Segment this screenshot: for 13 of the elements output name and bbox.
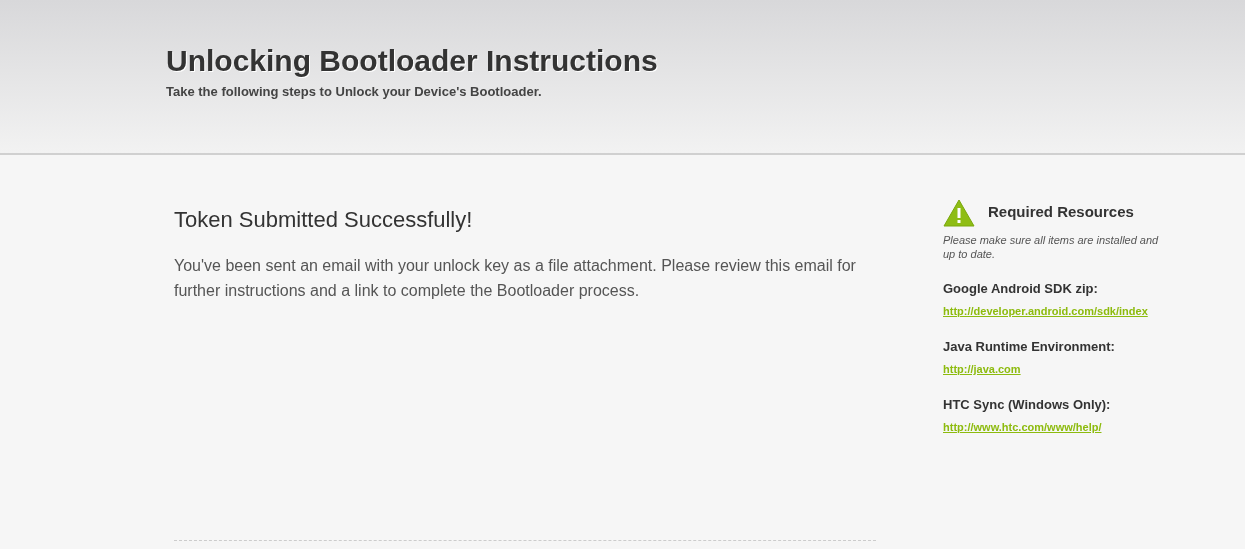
status-heading: Token Submitted Successfully! (174, 207, 474, 233)
page-subtitle: Take the following steps to Unlock your Device's Bootloader. (166, 84, 543, 99)
resource-link[interactable]: http://java.com (943, 363, 1021, 375)
resource-label: HTC Sync (Windows Only): (943, 397, 1112, 412)
sidebar-title: Required Resources (988, 202, 1134, 220)
sidebar-note: Please make sure all items are installed and up to date. (943, 233, 1160, 261)
status-message: You've been sent an email with your unlock key as a file attachment. Please review this email for further instructions and a link to complete the Bootloader process. (174, 256, 857, 301)
page-title: Unlocking Bootloader Instructions (166, 44, 659, 78)
resource-label: Google Android SDK zip: (943, 281, 1099, 296)
warning-icon (943, 199, 975, 227)
resource-link[interactable]: http://developer.android.com/sdk/index (943, 305, 1148, 317)
resource-link[interactable]: http://www.htc.com/www/help/ (943, 421, 1102, 433)
resource-label: Java Runtime Environment: (943, 339, 1116, 354)
